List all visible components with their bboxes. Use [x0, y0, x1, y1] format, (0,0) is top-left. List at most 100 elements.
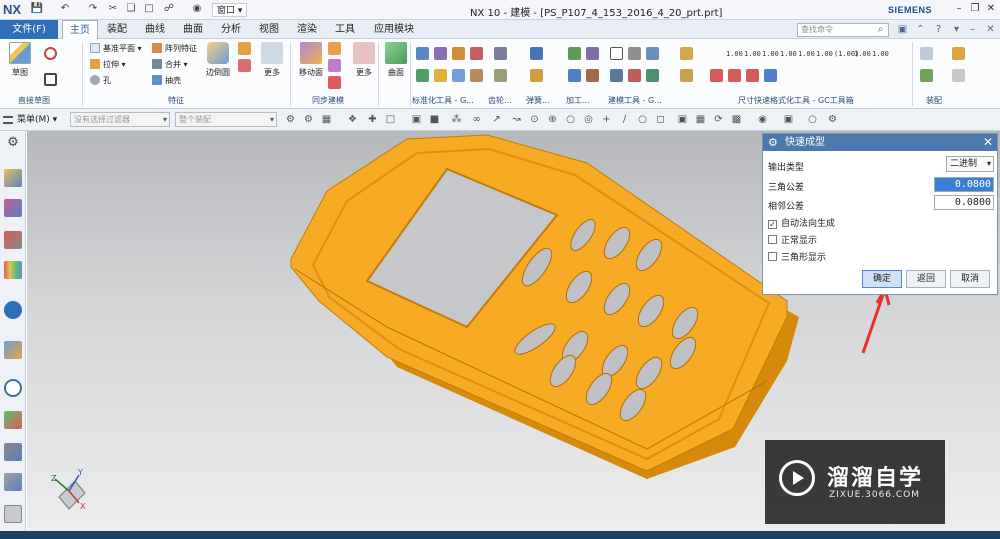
rotate-icon[interactable]: ⟳ [712, 113, 725, 126]
undo-icon[interactable]: ↶ [58, 2, 72, 16]
tab-tools[interactable]: 工具 [330, 20, 360, 39]
machining-tool-icon[interactable] [568, 47, 581, 60]
system-materials-icon[interactable] [4, 411, 22, 429]
window-icon[interactable]: ▣ [896, 23, 909, 36]
gc-tool-icon[interactable] [452, 69, 465, 82]
tolerance-format-icon[interactable]: 1.00 [780, 50, 797, 58]
snap-point-icon[interactable]: ◎ [582, 113, 595, 126]
modeling-tool-icon[interactable] [646, 47, 659, 60]
tab-assembly[interactable]: 装配 [102, 20, 132, 39]
touch-mode-icon[interactable]: ◉ [190, 2, 204, 16]
close-button[interactable]: ✕ [984, 3, 998, 15]
selection-scope-select[interactable]: 整个装配 ▾ [175, 112, 277, 127]
machining-tool-icon[interactable] [568, 69, 581, 82]
cut-icon[interactable]: ✂ [106, 2, 120, 16]
constraint-navigator-icon[interactable] [4, 199, 22, 217]
tolerance-format-icon[interactable]: 1.00 [762, 50, 779, 58]
assembly-tool-icon[interactable] [952, 69, 965, 82]
tab-curve[interactable]: 曲线 [140, 20, 170, 39]
snap-point-icon[interactable]: + [600, 113, 613, 126]
tab-file[interactable]: 文件(F) [0, 20, 58, 39]
camera-icon[interactable]: ▣ [676, 113, 689, 126]
history-icon[interactable] [4, 341, 22, 359]
delete-face-icon[interactable] [328, 76, 341, 89]
select-tool-icon[interactable]: ✚ [366, 113, 379, 126]
dim-tool-icon[interactable] [728, 69, 741, 82]
tolerance-format-icon[interactable]: 1.00 [816, 50, 833, 58]
tolerance-format-icon[interactable]: 1.00 [872, 50, 889, 58]
tool-icon[interactable]: ⚙ [826, 113, 839, 126]
gc-tool-icon[interactable] [416, 69, 429, 82]
part-navigator-icon[interactable] [4, 231, 22, 249]
tab-render[interactable]: 渲染 [292, 20, 322, 39]
offset-region-icon[interactable] [328, 59, 341, 72]
modeling-tool-icon[interactable] [628, 47, 641, 60]
sketch-button[interactable]: 草图 [6, 42, 34, 78]
close-icon[interactable]: ✕ [983, 134, 993, 151]
collapse-ribbon-icon[interactable]: ⌃ [914, 23, 927, 36]
arc-icon[interactable] [44, 47, 57, 60]
dropdown-icon[interactable]: ▾ [950, 23, 963, 36]
snap-point-icon[interactable]: ∞ [470, 113, 483, 126]
back-button[interactable]: 返回 [906, 270, 946, 288]
edge-blend-button[interactable]: 边倒圆 [204, 42, 232, 78]
assembly-navigator-icon[interactable] [4, 169, 22, 187]
assembly-tool-icon[interactable] [920, 47, 933, 60]
snap-point-icon[interactable]: ↝ [510, 113, 523, 126]
modeling-tool-icon[interactable] [610, 69, 623, 82]
tab-view[interactable]: 视图 [254, 20, 284, 39]
dim-tool-icon[interactable] [764, 69, 777, 82]
repeat-command-icon[interactable]: ☍ [162, 2, 176, 16]
layer-icon[interactable]: ○ [806, 113, 819, 126]
fit-view-icon[interactable]: ▣ [410, 113, 423, 126]
move-face-button[interactable]: 移动面 [296, 42, 326, 78]
zoom-icon[interactable]: ▦ [694, 113, 707, 126]
close-sub-icon[interactable]: ✕ [984, 23, 997, 36]
dim-tool-icon[interactable] [680, 47, 693, 60]
render-style-icon[interactable]: ▩ [730, 113, 743, 126]
auto-normal-checkbox[interactable]: ✓ 自动法向生成 [768, 216, 835, 229]
gear-icon[interactable]: ⚙ [768, 134, 778, 151]
roles-icon[interactable] [4, 473, 22, 491]
draft-icon[interactable] [238, 59, 251, 72]
display-icon[interactable]: ▣ [782, 113, 795, 126]
pattern-feature-button[interactable]: 阵列特征 [152, 42, 197, 55]
search-icon[interactable]: ⌕ [874, 23, 887, 36]
rectangle-icon[interactable] [44, 73, 57, 86]
tab-analysis[interactable]: 分析 [216, 20, 246, 39]
reuse-library-icon[interactable] [4, 261, 22, 279]
dim-tool-icon[interactable] [710, 69, 723, 82]
chamfer-icon[interactable] [238, 42, 251, 55]
hole-button[interactable]: 孔 [90, 74, 111, 87]
more-feature-button[interactable]: 更多 [258, 42, 286, 78]
window-menu[interactable]: 窗口 ▾ [212, 3, 248, 17]
snap-point-icon[interactable]: ∕ [618, 113, 631, 126]
process-studio-icon[interactable] [4, 443, 22, 461]
rect-select-icon[interactable]: □ [384, 113, 397, 126]
snap-point-icon[interactable]: ↗ [490, 113, 503, 126]
min-sub-icon[interactable]: – [966, 23, 979, 36]
clock-icon[interactable] [4, 379, 22, 397]
select-tool-icon[interactable]: ⚙ [302, 113, 315, 126]
snap-icon[interactable]: ▦ [320, 113, 333, 126]
tolerance-format-icon[interactable]: 1.00 [744, 50, 761, 58]
paste-icon[interactable]: □ [142, 2, 156, 16]
settings-icon[interactable]: ⚙ [4, 135, 22, 153]
assembly-tool-icon[interactable] [952, 47, 965, 60]
gear-tool-icon[interactable] [494, 47, 507, 60]
select-tool-icon[interactable]: ❖ [346, 113, 359, 126]
snap-point-icon[interactable]: ⁂ [450, 113, 463, 126]
gc-tool-icon[interactable] [470, 47, 483, 60]
tab-home[interactable]: 主页 [62, 20, 98, 39]
extrude-button[interactable]: 拉伸 ▾ [90, 58, 126, 71]
dim-tool-icon[interactable] [680, 69, 693, 82]
normal-display-checkbox[interactable]: 正常显示 [768, 233, 817, 246]
ok-button[interactable]: 确定 [862, 270, 902, 288]
more-sync-button[interactable]: 更多 [350, 42, 378, 78]
triangle-display-checkbox[interactable]: 三角形显示 [768, 250, 826, 263]
gc-tool-icon[interactable] [434, 47, 447, 60]
tab-applications[interactable]: 应用模块 [370, 20, 418, 39]
tolerance-format-icon[interactable]: 1.00 [854, 50, 871, 58]
save-icon[interactable]: 💾 [30, 2, 44, 16]
surface-button[interactable]: 曲面 [382, 42, 410, 78]
